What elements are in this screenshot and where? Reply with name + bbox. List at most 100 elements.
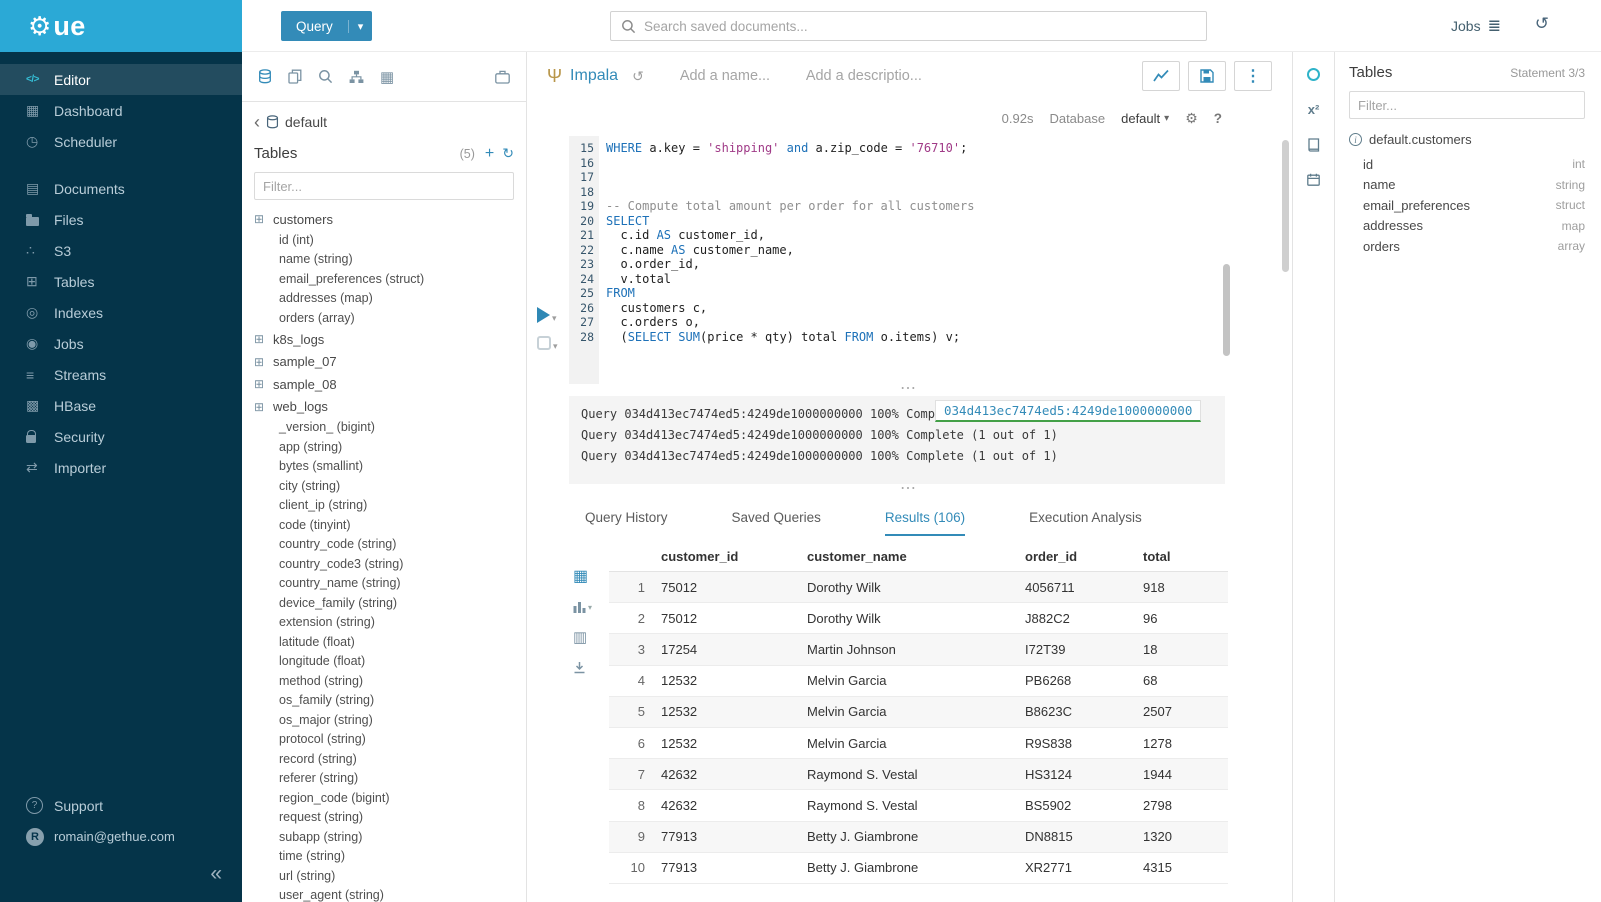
code-lines[interactable]: WHERE a.key = 'shipping' and a.zip_code … <box>599 136 1292 384</box>
sidebar-item-user[interactable]: R romain@gethue.com <box>0 821 242 852</box>
schema-column[interactable]: idint <box>1349 154 1585 175</box>
assist-filter-input[interactable] <box>254 172 514 200</box>
assist-table-web-logs[interactable]: ⊞web_logs <box>254 396 514 419</box>
query-dropdown-caret-icon[interactable]: ▾ <box>348 20 373 33</box>
search-bar[interactable] <box>610 11 1207 41</box>
assist-column[interactable]: country_name (string) <box>254 574 514 594</box>
chart-view-icon[interactable]: ▾ <box>573 601 609 613</box>
assist-column[interactable]: method (string) <box>254 672 514 692</box>
assist-table-sample-07[interactable]: ⊞sample_07 <box>254 351 514 374</box>
code-editor[interactable]: ▾ ▾ 1516171819202122232425262728 WHERE a… <box>527 136 1292 384</box>
search-input[interactable] <box>644 19 1196 34</box>
results-column-header[interactable]: order_id <box>1025 549 1143 564</box>
sidebar-item-editor[interactable]: </>Editor <box>0 64 242 95</box>
save-button[interactable] <box>1188 61 1226 91</box>
info-icon[interactable]: i <box>1349 133 1362 146</box>
sidebar-item-tables[interactable]: ⊞Tables <box>0 266 242 297</box>
sidebar-item-documents[interactable]: ▤Documents <box>0 173 242 204</box>
breadcrumb[interactable]: ‹ default <box>254 114 514 130</box>
assist-column[interactable]: orders (array) <box>254 309 514 329</box>
schema-column[interactable]: email_preferencesstruct <box>1349 195 1585 216</box>
results-row[interactable]: 612532Melvin GarciaR9S8381278 <box>609 728 1228 759</box>
query-history-icon[interactable]: ↺ <box>632 68 644 85</box>
assist-column[interactable]: protocol (string) <box>254 730 514 750</box>
assist-column[interactable]: bytes (smallint) <box>254 457 514 477</box>
global-history-icon[interactable]: ↺ <box>1535 14 1549 34</box>
tab-execution-analysis[interactable]: Execution Analysis <box>1029 510 1142 536</box>
breadcrumb-database-name[interactable]: default <box>285 114 327 130</box>
assist-column[interactable]: _version_ (bigint) <box>254 418 514 438</box>
tab-query-history[interactable]: Query History <box>585 510 668 536</box>
sidebar-item-importer[interactable]: ⇄Importer <box>0 452 242 483</box>
results-row[interactable]: 977913Betty J. GiambroneDN88151320 <box>609 822 1228 853</box>
apps-grid-icon[interactable]: ▦ <box>380 68 394 86</box>
query-name-input[interactable] <box>680 68 780 84</box>
schema-column[interactable]: addressesmap <box>1349 216 1585 237</box>
sitemap-icon[interactable] <box>349 70 364 84</box>
sidebar-item-streams[interactable]: ≡Streams <box>0 359 242 390</box>
sidebar-item-scheduler[interactable]: ◷Scheduler <box>0 126 242 157</box>
sidebar-item-security[interactable]: Security <box>0 421 242 452</box>
briefcase-icon[interactable] <box>495 70 510 84</box>
tab-saved-queries[interactable]: Saved Queries <box>732 510 821 536</box>
assist-column[interactable]: country_code3 (string) <box>254 555 514 575</box>
results-column-header[interactable]: customer_name <box>807 549 1025 564</box>
assist-column[interactable]: device_family (string) <box>254 594 514 614</box>
assist-column[interactable]: country_code (string) <box>254 535 514 555</box>
columns-view-icon[interactable]: ▥ <box>573 628 609 646</box>
assist-column[interactable]: os_major (string) <box>254 711 514 731</box>
more-actions-button[interactable]: ⋮ <box>1234 61 1272 91</box>
assist-table-k8s-logs[interactable]: ⊞k8s_logs <box>254 328 514 351</box>
assistant-icon[interactable] <box>1307 68 1320 81</box>
assist-column[interactable]: longitude (float) <box>254 652 514 672</box>
assist-column[interactable]: client_ip (string) <box>254 496 514 516</box>
assist-column[interactable]: user_agent (string) <box>254 886 514 902</box>
assist-column[interactable]: subapp (string) <box>254 828 514 848</box>
assist-column[interactable]: addresses (map) <box>254 289 514 309</box>
sidebar-item-support[interactable]: ? Support <box>0 790 242 821</box>
assist-column[interactable]: referer (string) <box>254 769 514 789</box>
results-row[interactable]: 412532Melvin GarciaPB626868 <box>609 666 1228 697</box>
query-button[interactable]: Query ▾ <box>281 11 372 41</box>
grid-view-icon[interactable]: ▦ <box>573 566 609 586</box>
code-scrollbar[interactable] <box>1223 264 1230 356</box>
download-icon[interactable] <box>573 661 609 674</box>
documents-copy-icon[interactable] <box>288 69 302 84</box>
search-zoom-icon[interactable] <box>318 69 333 84</box>
assist-column[interactable]: region_code (bigint) <box>254 789 514 809</box>
query-id-selection[interactable]: 034d413ec7474ed5:4249de1000000000 <box>935 400 1201 422</box>
query-description-input[interactable] <box>806 68 931 84</box>
sidebar-item-indexes[interactable]: ◎Indexes <box>0 297 242 328</box>
sidebar-collapse-button[interactable]: « <box>210 862 222 885</box>
settings-gear-icon[interactable]: ⚙ <box>1185 110 1198 127</box>
engine-name[interactable]: Impala <box>570 67 618 85</box>
chevron-left-icon[interactable]: ‹ <box>254 116 260 128</box>
assist-column[interactable]: id (int) <box>254 231 514 251</box>
sidebar-item-dashboard[interactable]: ▦Dashboard <box>0 95 242 126</box>
sidebar-item-files[interactable]: Files <box>0 204 242 235</box>
assist-column[interactable]: city (string) <box>254 477 514 497</box>
sidebar-item-s3[interactable]: ∴S3 <box>0 235 242 266</box>
language-docs-icon[interactable] <box>1307 138 1320 152</box>
results-row[interactable]: 512532Melvin GarciaB8623C2507 <box>609 697 1228 728</box>
assist-column[interactable]: time (string) <box>254 847 514 867</box>
results-row[interactable]: 275012Dorothy WilkJ882C296 <box>609 603 1228 634</box>
assist-column[interactable]: latitude (float) <box>254 633 514 653</box>
results-row[interactable]: 742632Raymond S. VestalHS31241944 <box>609 759 1228 790</box>
results-column-header[interactable]: customer_id <box>661 549 807 564</box>
results-row[interactable]: 317254Martin JohnsonI72T3918 <box>609 634 1228 665</box>
assist-column[interactable]: code (tinyint) <box>254 516 514 536</box>
assist-column[interactable]: os_family (string) <box>254 691 514 711</box>
results-column-header[interactable]: total <box>1143 549 1228 564</box>
assist-table-customers[interactable]: ⊞customers <box>254 208 514 231</box>
assist-column[interactable]: record (string) <box>254 750 514 770</box>
assist-column[interactable]: name (string) <box>254 250 514 270</box>
resize-handle[interactable]: ⋯ <box>527 484 1292 496</box>
schema-column[interactable]: ordersarray <box>1349 236 1585 257</box>
schema-column[interactable]: namestring <box>1349 175 1585 196</box>
help-icon[interactable]: ? <box>1214 111 1222 126</box>
sidebar-item-jobs[interactable]: ◉Jobs <box>0 328 242 359</box>
jobs-button[interactable]: Jobs ≣ <box>1451 16 1501 36</box>
database-select[interactable]: default ▾ <box>1121 111 1169 126</box>
right-filter-input[interactable] <box>1349 91 1585 119</box>
